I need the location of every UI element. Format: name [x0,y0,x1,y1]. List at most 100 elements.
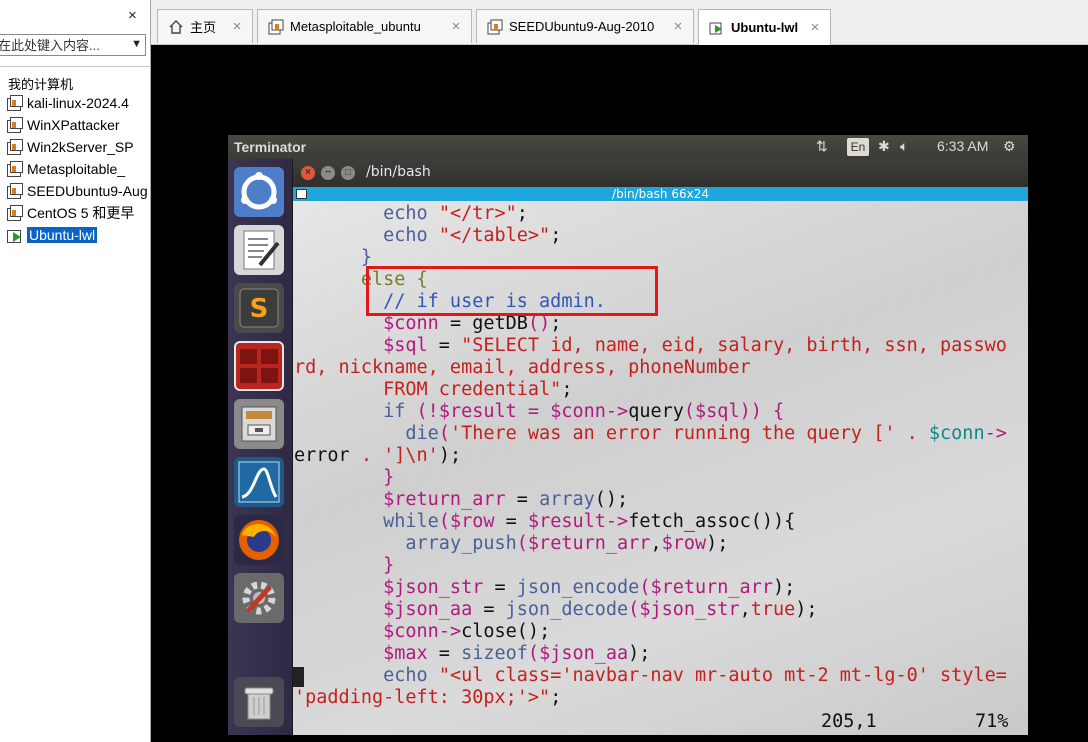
code-token: die [405,423,439,444]
code-token: "</table>" [438,225,551,246]
code-token: $return_arr [383,489,506,510]
window-maximize-icon[interactable]: □ [341,166,355,180]
vm-running-icon [709,20,725,36]
vm-item[interactable]: CentOS 5 和更早 [6,203,134,223]
code-token: "<ul class='navbar-nav mr-auto mt-2 mt-l… [438,665,1007,686]
tab-close-icon[interactable]: × [671,18,685,35]
firefox-icon[interactable] [234,515,284,565]
code-token: FROM credential" [383,379,562,400]
file-manager-icon[interactable] [234,399,284,449]
code-token: = [483,577,517,598]
library-panel: × ▼ 我的计算机 kali-linux-2024.4 WinXPattacker… [0,0,151,742]
code-token: -> [438,621,462,642]
terminal-window-title: /bin/bash [366,164,431,180]
code-token: ; [561,379,573,400]
tree-root-my-computer[interactable]: 我的计算机 [8,74,73,93]
tab-close-icon[interactable]: × [449,18,463,35]
code-token: (! [416,401,439,422]
tab-close-icon[interactable]: × [808,19,822,36]
tab-1[interactable]: Metasploitable_ubuntu × [257,9,472,43]
vm-icon [6,183,23,199]
vm-item[interactable]: kali-linux-2024.4 [6,93,129,113]
code-token: )) { [739,401,785,422]
unity-launcher: S [228,159,293,735]
code-line: } [294,555,394,577]
vm-icon [487,19,503,35]
vm-item[interactable]: Win2kServer_SP [6,137,134,157]
window-close-icon[interactable]: × [301,166,315,180]
code-token: -> [984,423,1007,444]
tab-close-icon[interactable]: × [230,18,244,35]
code-token: ; [550,225,562,246]
code-line: array_push($return_arr,$row); [294,533,728,555]
search-dropdown-icon[interactable]: ▼ [131,38,142,50]
code-token: . [906,423,929,444]
vm-item[interactable]: SEEDUbuntu9-Aug [6,181,148,201]
vm-item[interactable]: Ubuntu-lwl [6,225,98,245]
code-token: array_push [405,533,517,554]
code-token: echo [383,665,439,686]
power-icon[interactable]: ⚙ [1003,138,1016,155]
code-line: } [294,247,372,269]
vm-item-label: Metasploitable_ [27,161,126,177]
close-library-icon[interactable]: × [128,8,137,24]
vim-editor-area[interactable]: echo "</tr>"; echo "</table>"; } else { … [293,201,1028,735]
code-token: = [427,643,462,664]
tab-2[interactable]: SEEDUbuntu9-Aug-2010 × [476,9,694,43]
code-token: ( [516,533,528,554]
tab-3[interactable]: Ubuntu-lwl × [698,9,831,45]
code-line: $sql = "SELECT id, name, eid, salary, bi… [294,335,1007,357]
code-line: $json_aa = json_decode($json_str,true); [294,599,817,621]
code-line: if (!$result = $conn->query($sql)) { [294,401,784,423]
vm-icon [6,161,23,177]
code-token: = [516,401,551,422]
code-token: if [383,401,417,422]
keyboard-layout-indicator[interactable]: En [847,138,869,156]
network-icon[interactable]: ⇅ [816,138,828,155]
library-search-input[interactable] [0,35,118,55]
text-editor-icon[interactable] [234,225,284,275]
trash-icon[interactable] [234,677,284,727]
vm-item[interactable]: WinXPattacker [6,115,120,135]
code-token: = [427,335,462,356]
vm-item-label: CentOS 5 和更早 [27,205,135,221]
terminal-cursor [293,667,304,687]
clock[interactable]: 6:33 AM [937,138,988,154]
bluetooth-icon[interactable]: ✱ [878,138,890,155]
volume-icon[interactable]: 🔈︎ [900,138,908,155]
terminator-icon[interactable] [234,341,284,391]
code-token: $conn [928,423,985,444]
ubuntu-dash-icon[interactable] [234,167,284,217]
vm-icon [6,139,23,155]
vm-item-label: Win2kServer_SP [27,139,134,155]
sublime-text-icon[interactable]: S [234,283,284,333]
tab-0[interactable]: 主页 × [157,9,253,43]
wireshark-icon[interactable] [234,457,284,507]
code-token: while [383,511,439,532]
code-line: $conn->close(); [294,621,550,643]
code-token: } [383,555,395,576]
code-token: ( [438,423,450,444]
vm-icon [268,19,284,35]
vm-item[interactable]: Metasploitable_ [6,159,125,179]
system-settings-icon[interactable] [234,573,284,623]
code-token: , [739,599,751,620]
code-token: ); [772,577,796,598]
ubuntu-guest-desktop[interactable]: Terminator ⇅ En ✱ 🔈︎ 6:33 AM ⚙ S × − □ /… [228,135,1028,735]
code-token: echo [383,203,439,224]
code-line: 'padding-left: 30px;'>"; [294,687,561,709]
code-token: , [650,533,662,554]
code-line: echo "</tr>"; [294,203,528,225]
terminal-titlebar: × − □ /bin/bash [293,159,1028,187]
code-line: while($row = $result->fetch_assoc()){ [294,511,795,533]
code-line: } [294,467,394,489]
window-minimize-icon[interactable]: − [321,166,335,180]
code-token: = [472,599,506,620]
terminal-window[interactable]: × − □ /bin/bash /bin/bash 66x24 echo "</… [293,159,1028,735]
code-token: error [294,445,350,466]
